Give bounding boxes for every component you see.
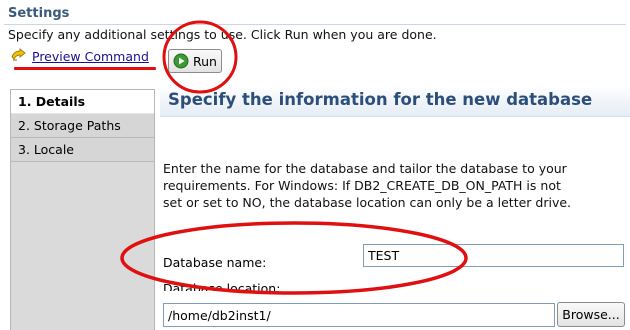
wizard-nav: 1. Details 2. Storage Paths 3. Locale [10, 89, 155, 330]
run-button[interactable]: Run [168, 49, 222, 73]
database-name-label: Database name: [163, 255, 267, 270]
nav-item-storage-paths[interactable]: 2. Storage Paths [11, 114, 154, 138]
main-header: Specify the information for the new data… [160, 86, 630, 117]
browse-button[interactable]: Browse... [557, 302, 625, 327]
nav-item-details[interactable]: 1. Details [11, 90, 154, 114]
nav-item-locale[interactable]: 3. Locale [11, 138, 154, 162]
description-text: Enter the name for the database and tail… [163, 161, 572, 210]
page-title: Specify the information for the new data… [168, 90, 593, 109]
run-button-label: Run [193, 53, 217, 69]
settings-title: Settings [8, 6, 70, 21]
run-icon [173, 53, 189, 69]
nav-item-label: 3. Locale [18, 142, 74, 157]
header-divider [4, 24, 626, 25]
annotation-underline [14, 67, 156, 70]
database-name-input[interactable] [363, 244, 624, 267]
preview-command-label: Preview Command [32, 48, 149, 64]
instructions-text: Specify any additional settings to use. … [8, 27, 437, 42]
database-location-input[interactable] [163, 303, 555, 327]
nav-item-label: 1. Details [18, 94, 86, 109]
preview-command-icon [11, 48, 26, 61]
nav-item-label: 2. Storage Paths [18, 118, 121, 133]
database-location-label: Database location: [163, 281, 281, 291]
preview-command-link[interactable]: Preview Command [10, 48, 149, 64]
